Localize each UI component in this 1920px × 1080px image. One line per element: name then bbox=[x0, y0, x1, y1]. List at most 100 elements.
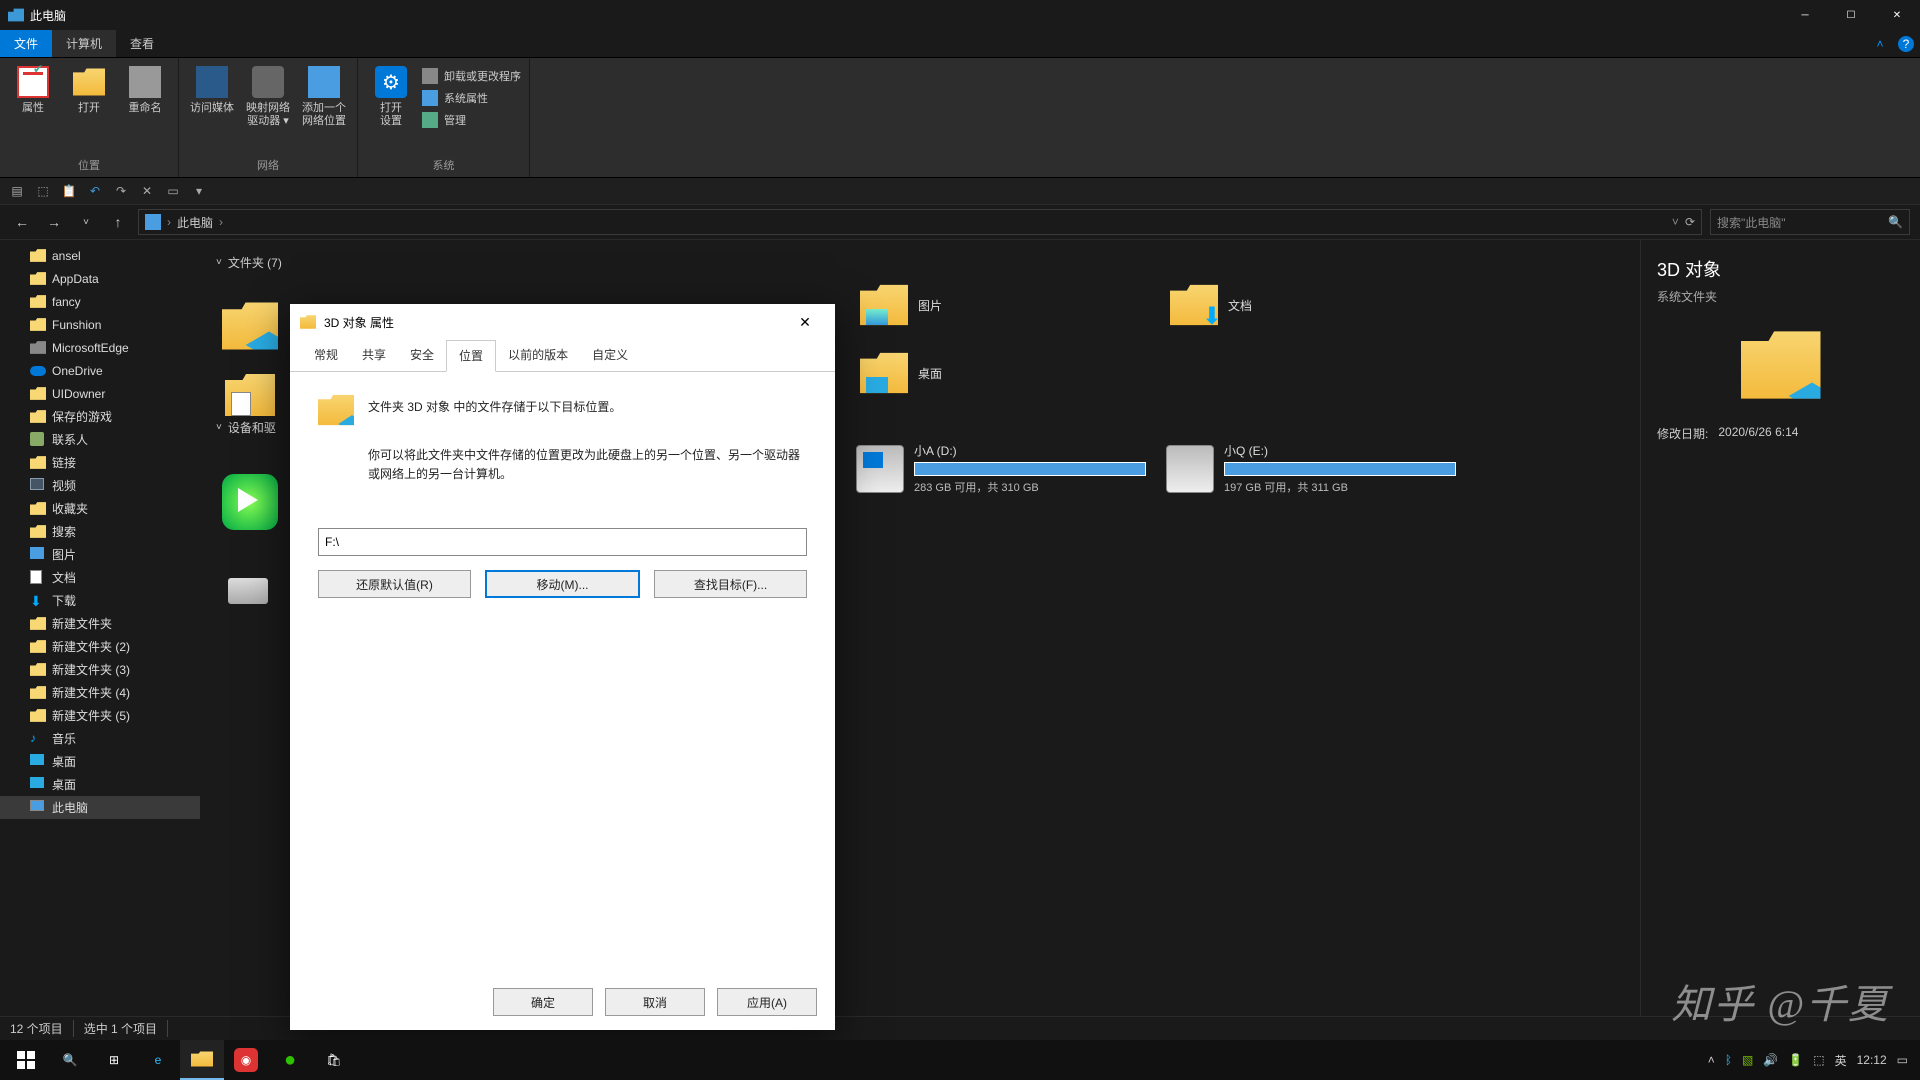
ribbon-uninstall[interactable]: 卸载或更改程序 bbox=[422, 66, 521, 86]
nav-back-button[interactable]: ← bbox=[10, 210, 34, 234]
tree-item[interactable]: ♪音乐 bbox=[0, 727, 200, 750]
minimize-button[interactable]: ─ bbox=[1782, 0, 1828, 30]
tree-item[interactable]: 桌面 bbox=[0, 773, 200, 796]
tree-item[interactable]: 联系人 bbox=[0, 428, 200, 451]
tree-item[interactable]: 桌面 bbox=[0, 750, 200, 773]
help-button[interactable]: ? bbox=[1898, 36, 1914, 52]
bluetooth-icon[interactable]: ᛒ bbox=[1725, 1053, 1732, 1067]
tree-item[interactable]: 新建文件夹 (3) bbox=[0, 658, 200, 681]
ribbon-media[interactable]: 访问媒体 bbox=[187, 62, 237, 153]
clock[interactable]: 12:12 bbox=[1857, 1053, 1887, 1067]
qat-undo-icon[interactable]: ↶ bbox=[86, 182, 104, 200]
wechat-icon[interactable]: ● bbox=[268, 1040, 312, 1080]
edge-icon[interactable]: e bbox=[136, 1040, 180, 1080]
tree-item[interactable]: OneDrive bbox=[0, 359, 200, 382]
tree-item[interactable]: 视频 bbox=[0, 474, 200, 497]
drive-icon-partial[interactable] bbox=[228, 560, 276, 608]
maximize-button[interactable]: ☐ bbox=[1828, 0, 1874, 30]
tree-item[interactable]: 图片 bbox=[0, 543, 200, 566]
tree-item[interactable]: fancy bbox=[0, 290, 200, 313]
ribbon-map-drive[interactable]: 映射网络 驱动器 ▾ bbox=[243, 62, 293, 153]
folder-item-documents[interactable]: ⬇文档 bbox=[1166, 277, 1456, 333]
tree-item[interactable]: AppData bbox=[0, 267, 200, 290]
qat-more-icon[interactable]: ▾ bbox=[190, 182, 208, 200]
dialog-tab[interactable]: 安全 bbox=[398, 340, 446, 371]
refresh-button[interactable]: ⟳ bbox=[1685, 215, 1695, 229]
cancel-button[interactable]: 取消 bbox=[605, 988, 705, 1016]
ok-button[interactable]: 确定 bbox=[493, 988, 593, 1016]
tree-item[interactable]: UIDowner bbox=[0, 382, 200, 405]
volume-icon[interactable]: 🔊 bbox=[1763, 1053, 1778, 1067]
dialog-tab[interactable]: 以前的版本 bbox=[496, 340, 580, 371]
tree-item[interactable]: 此电脑 bbox=[0, 796, 200, 819]
address-bar[interactable]: › 此电脑 › ˅ ⟳ bbox=[138, 209, 1702, 235]
tab-file[interactable]: 文件 bbox=[0, 30, 52, 57]
qat-delete-icon[interactable]: ✕ bbox=[138, 182, 156, 200]
ribbon-add-netloc[interactable]: 添加一个 网络位置 bbox=[299, 62, 349, 153]
nav-forward-button[interactable]: → bbox=[42, 210, 66, 234]
drive-d[interactable]: 小A (D:)283 GB 可用，共 310 GB bbox=[856, 442, 1146, 495]
search-box[interactable]: 搜索"此电脑" 🔍 bbox=[1710, 209, 1910, 235]
tray-chevron-icon[interactable]: ˄ bbox=[1708, 1053, 1715, 1067]
drive-e[interactable]: 小Q (E:)197 GB 可用，共 311 GB bbox=[1166, 442, 1456, 495]
battery-icon[interactable]: 🔋 bbox=[1788, 1053, 1803, 1067]
collapse-ribbon-button[interactable]: ˄ bbox=[1868, 30, 1892, 57]
tab-computer[interactable]: 计算机 bbox=[52, 30, 116, 57]
close-button[interactable]: ✕ bbox=[1874, 0, 1920, 30]
nav-tree[interactable]: anselAppDatafancyFunshionMicrosoftEdgeOn… bbox=[0, 240, 200, 1016]
find-target-button[interactable]: 查找目标(F)... bbox=[654, 570, 807, 598]
restore-default-button[interactable]: 还原默认值(R) bbox=[318, 570, 471, 598]
nav-up-button[interactable]: ↑ bbox=[106, 210, 130, 234]
netease-music-icon[interactable]: ◉ bbox=[224, 1040, 268, 1080]
network-icon[interactable]: ⬚ bbox=[1813, 1053, 1824, 1067]
qat-properties-icon[interactable]: ⬚ bbox=[34, 182, 52, 200]
ribbon-rename[interactable]: 重命名 bbox=[120, 62, 170, 153]
tree-item[interactable]: ansel bbox=[0, 244, 200, 267]
folder-item-desktop[interactable]: 桌面 bbox=[856, 345, 1146, 401]
tree-item[interactable]: 新建文件夹 (5) bbox=[0, 704, 200, 727]
breadcrumb[interactable]: 此电脑 bbox=[177, 214, 213, 231]
action-center-icon[interactable]: ▭ bbox=[1897, 1053, 1908, 1067]
ribbon-open-settings[interactable]: ⚙打开 设置 bbox=[366, 62, 416, 153]
apply-button[interactable]: 应用(A) bbox=[717, 988, 817, 1016]
dialog-tab[interactable]: 共享 bbox=[350, 340, 398, 371]
explorer-icon[interactable] bbox=[180, 1040, 224, 1080]
start-button[interactable] bbox=[4, 1040, 48, 1080]
tree-item[interactable]: 收藏夹 bbox=[0, 497, 200, 520]
dialog-tab[interactable]: 自定义 bbox=[580, 340, 640, 371]
tree-item[interactable]: 保存的游戏 bbox=[0, 405, 200, 428]
nvidia-icon[interactable]: ▧ bbox=[1742, 1053, 1753, 1067]
dialog-tab[interactable]: 位置 bbox=[446, 340, 496, 372]
tree-item[interactable]: Funshion bbox=[0, 313, 200, 336]
move-button[interactable]: 移动(M)... bbox=[485, 570, 640, 598]
tree-item[interactable]: 搜索 bbox=[0, 520, 200, 543]
section-folders[interactable]: ˅文件夹 (7) bbox=[216, 254, 1624, 271]
folder-item-pictures[interactable]: 图片 bbox=[856, 277, 1146, 333]
ime-indicator[interactable]: 英 bbox=[1835, 1052, 1847, 1069]
nav-recent-button[interactable]: ˅ bbox=[74, 210, 98, 234]
qat-new-icon[interactable]: ▤ bbox=[8, 182, 26, 200]
tab-view[interactable]: 查看 bbox=[116, 30, 168, 57]
tree-item[interactable]: 新建文件夹 (4) bbox=[0, 681, 200, 704]
path-input[interactable] bbox=[318, 528, 807, 556]
qat-rename-icon[interactable]: ▭ bbox=[164, 182, 182, 200]
folder-3d-objects-icon[interactable] bbox=[222, 298, 278, 354]
tree-item[interactable]: ⬇下载 bbox=[0, 589, 200, 612]
ribbon-manage[interactable]: 管理 bbox=[422, 110, 521, 130]
store-icon[interactable]: 🛍 bbox=[312, 1040, 356, 1080]
tree-item[interactable]: 新建文件夹 bbox=[0, 612, 200, 635]
folder-item-icon[interactable] bbox=[225, 370, 275, 420]
tree-item[interactable]: 文档 bbox=[0, 566, 200, 589]
ribbon-sysprop[interactable]: 系统属性 bbox=[422, 88, 521, 108]
addr-dropdown-icon[interactable]: ˅ bbox=[1672, 215, 1679, 229]
dialog-tab[interactable]: 常规 bbox=[302, 340, 350, 371]
tencent-video-icon[interactable] bbox=[222, 474, 278, 530]
task-view-icon[interactable]: ⊞ bbox=[92, 1040, 136, 1080]
tree-item[interactable]: 链接 bbox=[0, 451, 200, 474]
ribbon-properties[interactable]: ✔属性 bbox=[8, 62, 58, 153]
tree-item[interactable]: 新建文件夹 (2) bbox=[0, 635, 200, 658]
dialog-close-button[interactable]: ✕ bbox=[785, 304, 825, 340]
ribbon-open[interactable]: 打开 bbox=[64, 62, 114, 153]
taskbar-search-icon[interactable]: 🔍 bbox=[48, 1040, 92, 1080]
tree-item[interactable]: MicrosoftEdge bbox=[0, 336, 200, 359]
